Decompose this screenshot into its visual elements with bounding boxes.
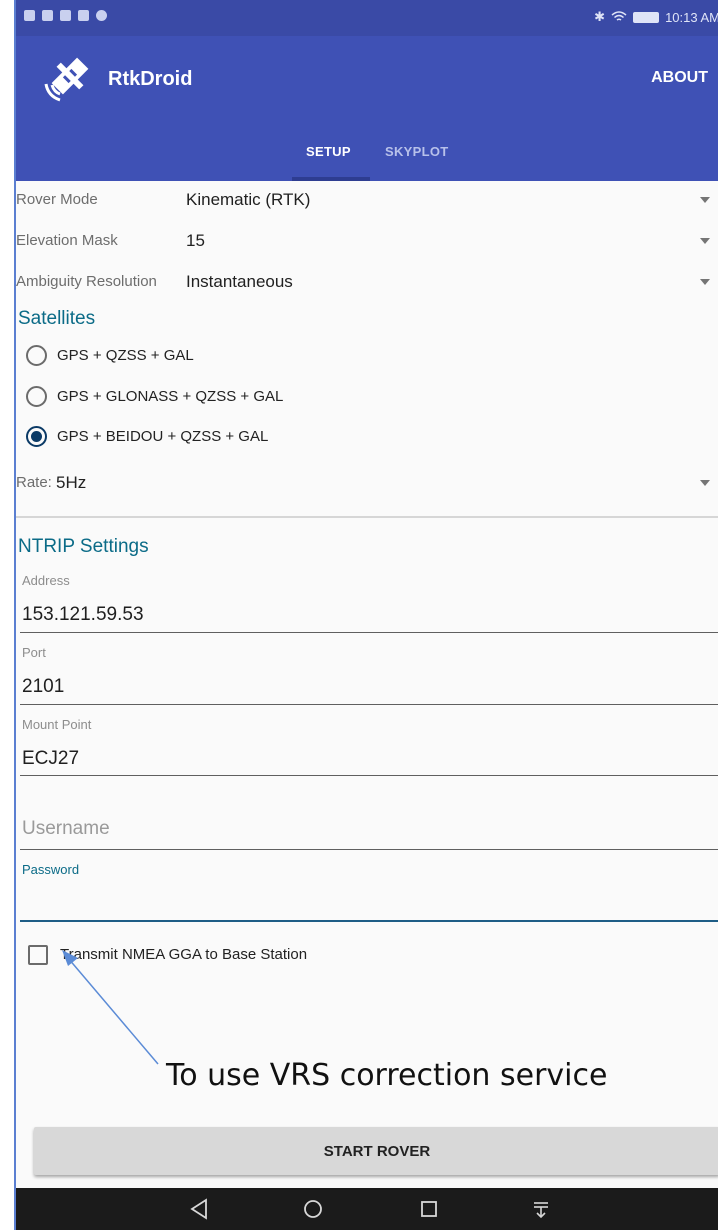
elevation-mask-spinner[interactable]: Elevation Mask 15 xyxy=(16,224,718,260)
username-underline xyxy=(20,849,718,850)
dropdown-arrow-icon xyxy=(700,197,710,203)
annotation-arrow xyxy=(62,950,159,1065)
status-time: 10:13 AM xyxy=(665,9,718,25)
radio-button[interactable] xyxy=(26,385,47,407)
dropdown-arrow-icon xyxy=(700,480,710,486)
satellite-option-label: GPS + BEIDOU + QZSS + GAL xyxy=(57,427,269,445)
rover-mode-label: Rover Mode xyxy=(16,191,98,208)
satellite-option[interactable]: GPS + GLONASS + QZSS + GAL xyxy=(26,381,283,411)
app-bar: RtkDroid ABOUT SETUP SKYPLOT xyxy=(16,36,718,181)
notification-icon xyxy=(42,10,53,21)
transmit-gga-checkbox[interactable] xyxy=(28,945,48,965)
port-input[interactable]: 2101 xyxy=(22,676,64,698)
notification-pull-icon[interactable] xyxy=(526,1194,556,1224)
rate-value: 5Hz xyxy=(56,473,87,492)
password-input[interactable] xyxy=(20,878,718,918)
tab-skyplot[interactable]: SKYPLOT xyxy=(385,144,449,159)
rate-label: Rate: xyxy=(16,474,52,491)
notification-icon xyxy=(24,10,35,21)
address-label: Address xyxy=(22,573,70,588)
password-label: Password xyxy=(22,862,80,877)
rover-mode-spinner[interactable]: Rover Mode Kinematic (RTK) xyxy=(16,183,718,219)
satellite-option[interactable]: GPS + BEIDOU + QZSS + GAL xyxy=(26,421,268,451)
notification-icon xyxy=(60,10,71,21)
ambiguity-resolution-spinner[interactable]: Ambiguity Resolution Instantaneous xyxy=(16,265,718,301)
satellites-title: Satellites xyxy=(18,308,96,329)
ntrip-title: NTRIP Settings xyxy=(18,536,149,557)
elevation-mask-value: 15 xyxy=(186,231,205,250)
ambiguity-resolution-value: Instantaneous xyxy=(186,272,293,291)
back-icon[interactable] xyxy=(184,1194,214,1224)
password-underline xyxy=(20,920,718,922)
battery-icon xyxy=(633,11,660,23)
system-icons: ✱ 10:13 AM xyxy=(594,9,718,25)
port-underline xyxy=(20,704,718,705)
username-input[interactable]: Username xyxy=(22,818,110,840)
about-button[interactable]: ABOUT xyxy=(651,69,708,87)
dropdown-arrow-icon xyxy=(700,238,710,244)
status-bar: ✱ 10:13 AM xyxy=(16,0,718,36)
satellite-option-label: GPS + QZSS + GAL xyxy=(57,346,194,364)
mount-point-label: Mount Point xyxy=(22,717,92,732)
bluetooth-icon: ✱ xyxy=(594,9,606,24)
mount-point-input[interactable]: ECJ27 xyxy=(22,748,79,770)
wifi-icon xyxy=(611,11,627,21)
elevation-mask-label: Elevation Mask xyxy=(16,232,118,249)
home-icon[interactable] xyxy=(298,1194,328,1224)
satellite-option-label: GPS + GLONASS + QZSS + GAL xyxy=(57,387,284,405)
satellite-option[interactable]: GPS + QZSS + GAL xyxy=(26,340,194,370)
recents-icon[interactable] xyxy=(414,1194,444,1224)
address-input[interactable]: 153.121.59.53 xyxy=(22,604,144,626)
annotation-text: To use VRS correction service xyxy=(166,1058,608,1093)
tab-setup[interactable]: SETUP xyxy=(306,144,351,159)
section-divider xyxy=(16,516,718,518)
notification-icons xyxy=(24,10,107,21)
radio-button-selected[interactable] xyxy=(26,425,47,447)
outer-frame: ✱ 10:13 AM RtkDroid ABOUT SETUP SKYPLOT … xyxy=(0,0,718,1230)
device-screen: ✱ 10:13 AM RtkDroid ABOUT SETUP SKYPLOT … xyxy=(14,0,718,1230)
rover-mode-value: Kinematic (RTK) xyxy=(186,190,311,209)
port-label: Port xyxy=(22,645,46,660)
notification-icon xyxy=(78,10,89,21)
rate-spinner[interactable]: Rate: 5Hz xyxy=(16,466,718,502)
app-title: RtkDroid xyxy=(108,68,193,90)
notification-icon xyxy=(96,10,107,21)
navigation-bar xyxy=(16,1188,718,1230)
dropdown-arrow-icon xyxy=(700,279,710,285)
tab-indicator xyxy=(292,177,370,181)
satellite-icon xyxy=(44,57,89,102)
mount-point-underline xyxy=(20,775,718,776)
address-underline xyxy=(20,632,718,633)
ambiguity-resolution-label: Ambiguity Resolution xyxy=(16,273,157,290)
radio-button[interactable] xyxy=(26,344,47,366)
start-rover-button[interactable]: START ROVER xyxy=(34,1127,718,1175)
